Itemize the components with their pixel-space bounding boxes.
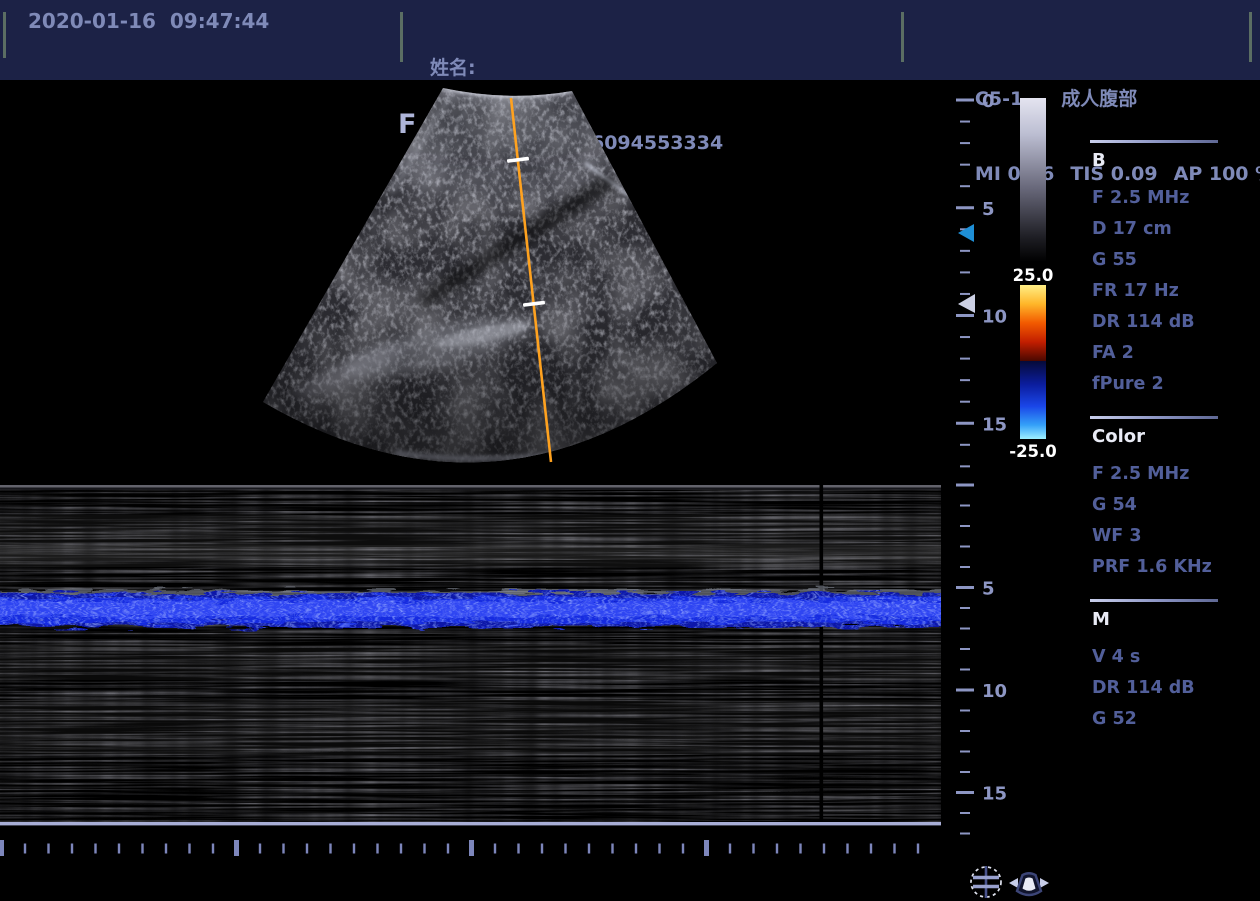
time-tick xyxy=(893,844,895,854)
header-divider xyxy=(1249,12,1252,62)
param-b-fpure: fPure 2 xyxy=(1092,369,1222,400)
colorbar-positive xyxy=(1020,285,1046,361)
param-b-gain: G 55 xyxy=(1092,245,1222,276)
time-tick xyxy=(212,844,214,854)
time-tick xyxy=(71,844,73,854)
status-icons xyxy=(963,862,1055,901)
time-tick xyxy=(776,844,778,854)
time-tick xyxy=(306,844,308,854)
time-tick xyxy=(752,844,754,854)
time-tick xyxy=(564,844,566,854)
mmode-area xyxy=(0,485,941,827)
section-divider xyxy=(1090,599,1218,602)
scale-column: 0 5 10 15 5 10 15 25.0 -25.0 xyxy=(948,85,1090,855)
time-tick xyxy=(376,844,378,854)
time-tick xyxy=(0,840,4,856)
time-tick xyxy=(658,844,660,854)
time-tick xyxy=(870,844,872,854)
time-tick xyxy=(118,844,120,854)
time-tick xyxy=(494,844,496,854)
patient-name-label: 姓名: xyxy=(430,53,723,84)
grayscale-bar xyxy=(1020,98,1046,262)
param-color-frequency: F 2.5 MHz xyxy=(1092,459,1222,490)
time-tick xyxy=(823,844,825,854)
time-tick xyxy=(282,844,284,854)
depth-m-label: 10 xyxy=(982,681,1007,702)
time-tick xyxy=(24,844,26,854)
status-bar: 2020-01-16 09:47:44 姓名: 病人ID:20200116094… xyxy=(0,0,1260,80)
depth-b-label: 5 xyxy=(982,199,995,220)
time-tick xyxy=(234,840,239,856)
time-tick xyxy=(329,844,331,854)
time-tick xyxy=(588,844,590,854)
time-tick xyxy=(259,844,261,854)
orientation-marker-label: F xyxy=(398,109,416,140)
trackball-icon[interactable] xyxy=(971,866,1001,898)
bmode-image[interactable] xyxy=(240,85,845,480)
time-tick xyxy=(400,844,402,854)
param-b-dynamicrange: DR 114 dB xyxy=(1092,307,1222,338)
time-tick xyxy=(917,844,919,854)
colorbar-negative xyxy=(1020,361,1046,439)
datetime-text: 2020-01-16 09:47:44 xyxy=(28,9,269,33)
velocity-min-label: -25.0 xyxy=(1009,442,1057,461)
param-color-prf: PRF 1.6 KHz xyxy=(1092,552,1222,583)
time-tick xyxy=(353,844,355,854)
mmode-bottom-line xyxy=(0,822,941,825)
section-divider xyxy=(1090,416,1218,419)
time-tick xyxy=(729,844,731,854)
param-color-gain: G 54 xyxy=(1092,490,1222,521)
param-b-framerate: FR 17 Hz xyxy=(1092,276,1222,307)
sweep-cursor-line xyxy=(820,485,824,825)
depth-b-label: 15 xyxy=(982,414,1007,435)
section-title-color: Color xyxy=(1092,425,1222,449)
depth-b-label: 10 xyxy=(982,307,1007,328)
param-b-frequency: F 2.5 MHz xyxy=(1092,183,1222,214)
param-b-depth: D 17 cm xyxy=(1092,214,1222,245)
time-tick xyxy=(47,844,49,854)
time-tick xyxy=(635,844,637,854)
param-b-fa: FA 2 xyxy=(1092,338,1222,369)
time-tick xyxy=(682,844,684,854)
velocity-max-label: 25.0 xyxy=(1013,266,1054,285)
time-tick xyxy=(141,844,143,854)
param-m-dynamicrange: DR 114 dB xyxy=(1092,673,1222,704)
time-tick xyxy=(165,844,167,854)
time-tick xyxy=(94,844,96,854)
section-title-b: B xyxy=(1092,149,1222,173)
depth-b-label: 0 xyxy=(982,91,995,112)
probe-icon[interactable] xyxy=(1009,873,1049,895)
bmode-area: F xyxy=(0,85,945,480)
time-tick xyxy=(799,844,801,854)
depth-ruler-m: 5 10 15 xyxy=(956,485,1007,834)
param-m-gain: G 52 xyxy=(1092,704,1222,735)
header-divider xyxy=(3,12,6,58)
time-tick xyxy=(447,844,449,854)
mmode-trace xyxy=(0,485,941,827)
param-color-wallfilter: WF 3 xyxy=(1092,521,1222,552)
m-depth-marker-icon[interactable] xyxy=(958,294,975,313)
depth-m-label: 5 xyxy=(982,579,995,600)
header-divider xyxy=(901,12,904,62)
depth-m-label: 15 xyxy=(982,784,1007,805)
time-tick xyxy=(469,840,474,856)
depth-ruler-b: 0 5 10 15 xyxy=(956,91,1007,466)
ultrasound-screen: 2020-01-16 09:47:44 姓名: 病人ID:20200116094… xyxy=(0,0,1260,901)
time-tick xyxy=(611,844,613,854)
time-tick xyxy=(541,844,543,854)
time-tick xyxy=(704,840,709,856)
section-divider xyxy=(1090,140,1218,143)
param-m-sweep: V 4 s xyxy=(1092,642,1222,673)
section-title-m: M xyxy=(1092,608,1222,632)
time-tick xyxy=(846,844,848,854)
time-ruler xyxy=(0,839,941,859)
focus-marker-icon[interactable] xyxy=(958,224,974,242)
time-tick xyxy=(188,844,190,854)
mmode-top-line xyxy=(0,485,941,488)
time-tick xyxy=(517,844,519,854)
header-divider xyxy=(400,12,403,62)
parameter-panel: B F 2.5 MHz D 17 cm G 55 FR 17 Hz DR 114… xyxy=(1090,140,1222,735)
doppler-band xyxy=(0,590,941,627)
time-tick xyxy=(423,844,425,854)
